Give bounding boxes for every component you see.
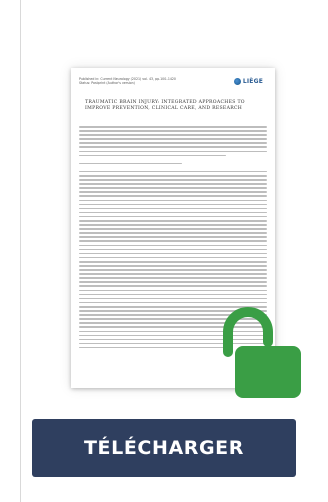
open-lock-icon (223, 307, 301, 398)
document-title: TRAUMATIC BRAIN INJURY: INTEGRATED APPRO… (85, 100, 245, 112)
document-header-meta: Published in: Current Neurology (2021) v… (79, 77, 176, 85)
download-button[interactable]: TÉLÉCHARGER (32, 419, 296, 477)
logo-mark-icon (233, 78, 241, 85)
logo-text: LIÈGE (242, 78, 263, 85)
university-logo: LIÈGE (233, 78, 263, 85)
